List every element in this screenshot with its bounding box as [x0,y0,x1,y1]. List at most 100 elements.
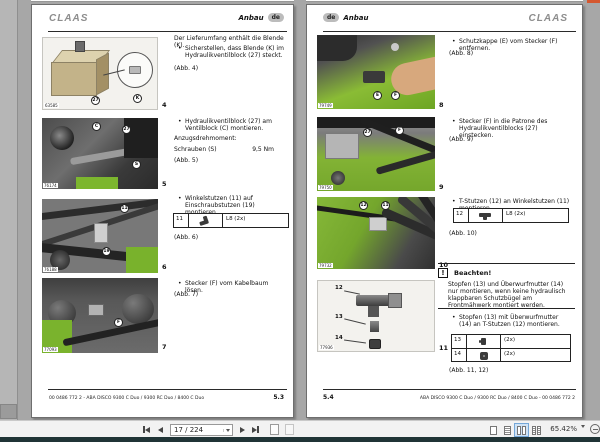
callout-label: S [132,160,141,169]
figure-number: 9 [439,183,444,191]
section-title: Anbau [238,13,264,22]
table-row: 12 L8 (2x) [454,209,568,222]
tee-fitting-art [356,295,390,306]
callout-label: F [391,91,400,100]
fitting-spec: L8 (2x) [226,216,246,222]
callout-label: 11 [381,201,390,210]
plug-icon [467,335,501,348]
photo-code: 77093 [43,347,58,352]
footer-document-id: 00 0486 772 2 - ABA DISCO 9300 C Duo / 9… [49,396,205,401]
figure-reference: (Abb. 11, 12) [449,367,489,374]
footer-rule [323,389,576,390]
figure-9-photo: 27 F 79750 [317,117,435,191]
figure-number: 8 [439,101,444,109]
language-badge: de [323,13,340,22]
callout-label: 14 [335,335,343,341]
leader-line [344,290,360,295]
last-page-button[interactable] [252,425,259,434]
plug-art [370,321,379,332]
figure-5-photo: C 27 S 76174 [42,118,158,189]
figure-4-valve-block-illustration: 27 K 63585 [42,37,158,110]
tee-fitting-icon [469,209,503,222]
next-page-button[interactable] [240,425,245,434]
first-page-button[interactable] [143,425,150,434]
claas-logo: CLAAS [49,13,89,24]
figure-reference: (Abb. 8) [449,50,474,57]
header-rule [323,31,576,32]
scroll-position-marker [587,0,600,3]
zoom-out-button[interactable] [590,424,600,434]
figure-10-photo: 12 11 79732 [317,197,435,269]
valve-plate-art [325,133,359,159]
section-title: Anbau [343,13,369,22]
callout-label: 11 [120,204,129,213]
previous-page-button[interactable] [158,425,163,434]
union-nut-icon [467,349,501,361]
notice-top-rule [438,263,575,264]
page-left: CLAAS Anbau de 27 K 63585 4 C 27 S 76174… [31,4,294,418]
fitting-position: 14 [452,349,467,361]
torque-label: Anzugsdrehmoment: [174,135,237,142]
callout-label: 13 [335,314,343,320]
figure-reference: (Abb. 4) [174,65,199,72]
page-dropdown-arrow[interactable] [223,428,232,432]
table-row: 11 L8 (2x) [174,214,288,227]
callout-label: K [133,94,142,103]
header-rule [48,31,287,32]
connector-art [88,304,104,316]
fitting-spec-table: 12 L8 (2x) [453,208,569,223]
navigation-panel-edge[interactable] [0,0,18,420]
zoom-level-value[interactable]: 65.42% [542,425,577,433]
callout-label: 27 [91,96,100,105]
photo-code: 63585 [44,103,59,108]
single-page-layout-button[interactable] [487,424,500,436]
previous-page-edge-left [31,0,294,2]
photo-code: 79749 [318,103,333,108]
callout-label: 12 [335,285,343,291]
figure-reference: (Abb. 7) [174,291,199,298]
figure-number: 6 [162,263,167,271]
facing-pages-layout-button[interactable] [514,423,529,437]
figure-number: 4 [162,101,167,109]
fitting-spec: L8 (2x) [506,211,526,217]
valve-block-front-face [51,62,97,96]
page-number-value[interactable]: 17 / 224 [171,426,223,434]
photo-code: 79750 [318,185,333,190]
pdf-viewer: CLAAS Anbau de 27 K 63585 4 C 27 S 76174… [0,0,600,442]
language-badge: de [267,13,284,22]
torque-row: Schrauben (S) 9,5 Nm [174,146,274,153]
green-frame-art [76,177,118,189]
figure-number: 7 [162,343,167,351]
claas-logo: CLAAS [528,13,568,24]
hose-art [62,316,158,347]
torque-value: 9,5 Nm [252,146,274,153]
fitting-art [94,223,108,243]
notice-body: Stopfen (13) und Überwurfmutter (14) nur… [448,281,566,309]
panel-handle[interactable] [0,404,17,419]
bolt-art [391,43,399,51]
next-view-button[interactable] [285,424,294,435]
elbow-fitting-icon [189,214,223,227]
fitting-spec-table: 11 L8 (2x) [173,213,289,228]
nut-art [369,339,381,349]
page-right: de Anbau CLAAS E F 79749 8 27 F 79750 9 … [306,4,583,418]
dome-art [122,294,154,324]
callout-label: C [92,122,101,131]
photo-code: 76188 [43,267,58,272]
callout-label: E [373,91,382,100]
figure-reference: (Abb. 9) [449,136,474,143]
instruction-step: Sicherstellen, dass Blende (K) im Hydrau… [177,45,287,59]
fitting-position: 12 [454,209,469,222]
previous-view-button[interactable] [270,424,279,435]
page-number-field[interactable]: 17 / 224 [170,424,233,436]
header-right: Anbau de [238,13,284,22]
solenoid-art [75,41,85,52]
green-frame-art [126,247,158,273]
table-row: 13 (2x) [452,335,570,348]
bolt-art [331,171,345,185]
continuous-layout-button[interactable] [501,424,514,436]
fitting-position: 13 [452,335,467,348]
instruction-step: Stopfen (13) mit Überwurfmutter (14) an … [451,314,569,328]
window-bottom-edge [0,437,600,442]
footer-page-number: 5.3 [273,394,284,401]
